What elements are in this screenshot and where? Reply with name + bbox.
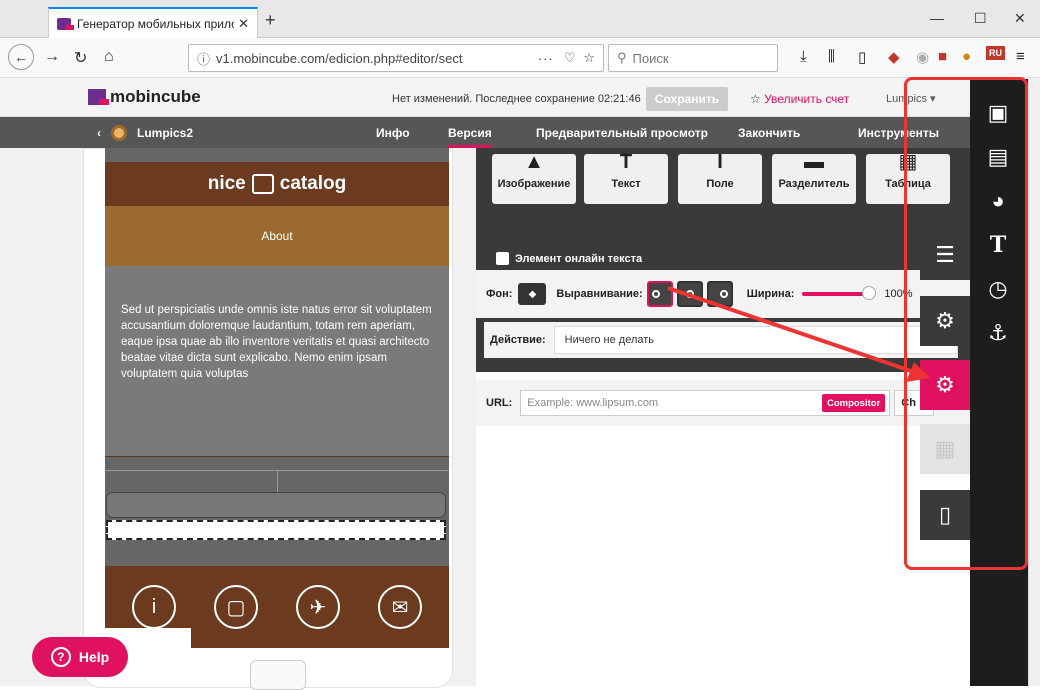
- browser-window: Генератор мобильных прило ✕ + — ☐ ✕ ← → …: [0, 0, 1040, 690]
- annotation-arrow: [667, 286, 930, 382]
